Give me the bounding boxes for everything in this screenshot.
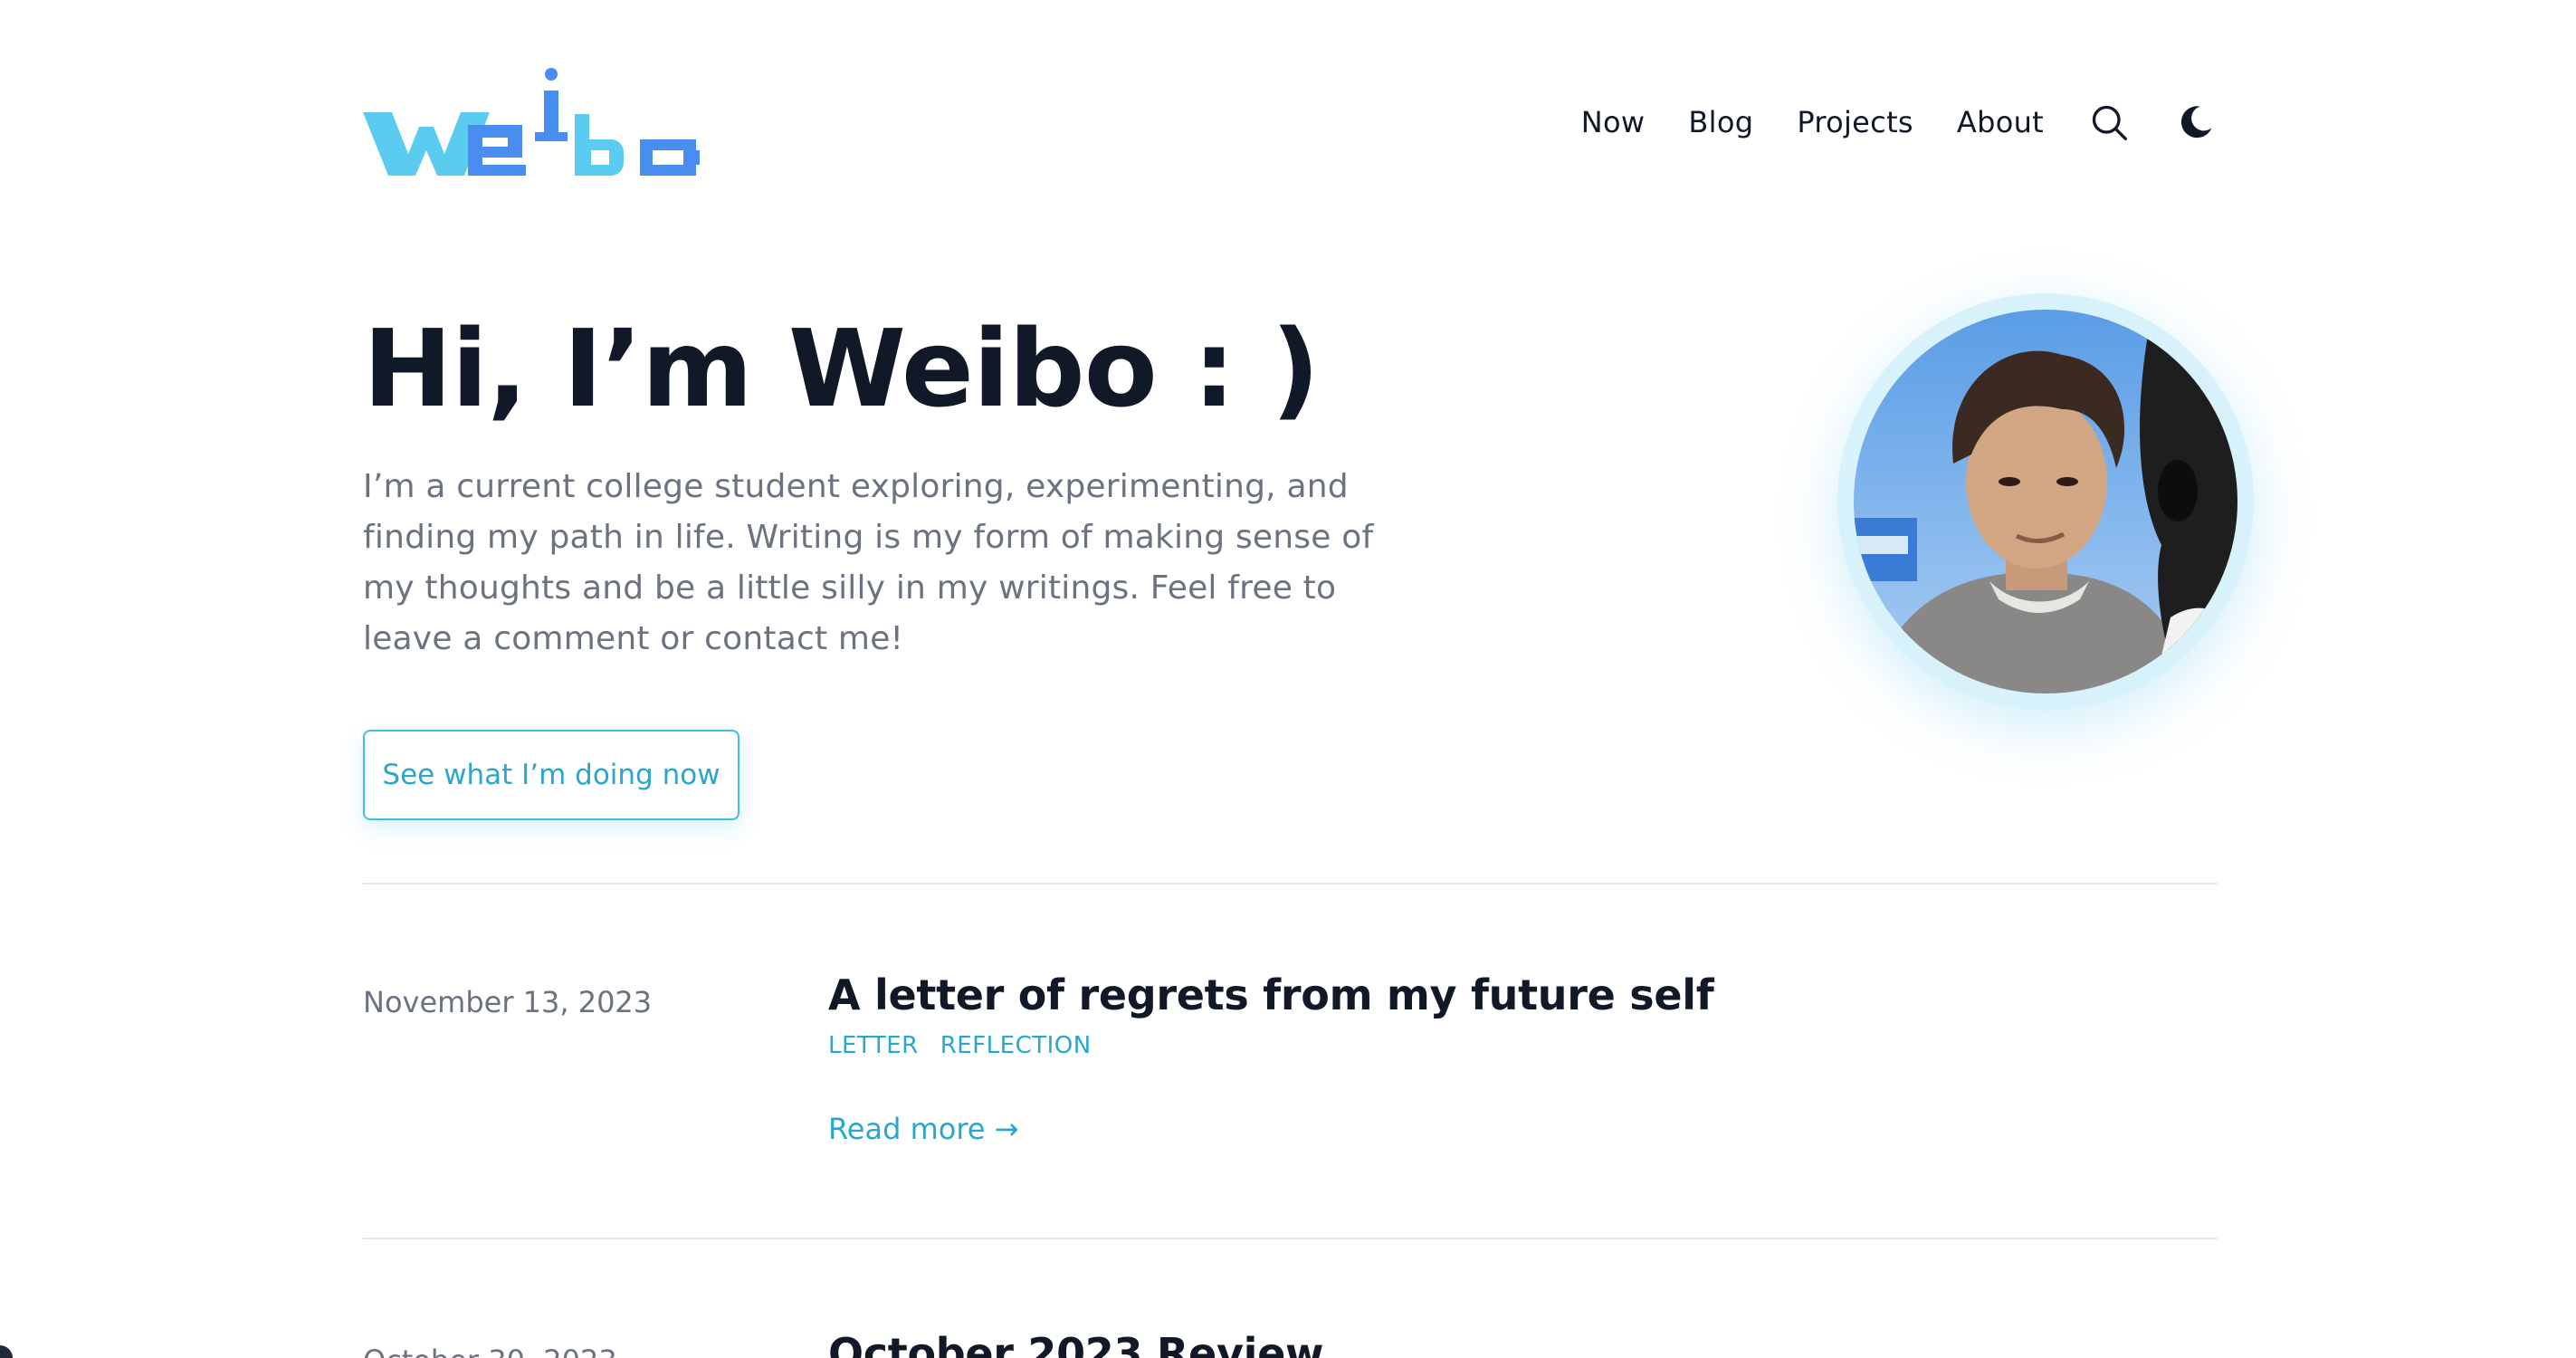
logo-link[interactable]	[363, 63, 705, 181]
nav-link-about[interactable]: About	[1957, 105, 2044, 139]
post-title-link[interactable]: October 2023 Review	[828, 1329, 1324, 1358]
hero-intro: I’m a current college student exploring,…	[363, 468, 1374, 657]
tag-letter[interactable]: LETTER	[828, 1032, 919, 1059]
site-header: Now Blog Projects About	[363, 63, 2218, 181]
moon-icon	[2180, 106, 2212, 139]
post-divider	[363, 1238, 2218, 1239]
search-button[interactable]	[2087, 100, 2131, 144]
nav-link-projects[interactable]: Projects	[1797, 105, 1913, 139]
window-corner	[0, 1345, 13, 1358]
avatar-frame	[1837, 293, 2254, 710]
theme-toggle-button[interactable]	[2174, 100, 2218, 144]
hero-divider	[363, 883, 2218, 885]
post-date: October 30, 2023	[363, 1344, 617, 1358]
hero-title: Hi, I’m Weibo : )	[363, 306, 1320, 431]
avatar	[1854, 310, 2237, 693]
weibo-logo	[363, 68, 700, 176]
page: Now Blog Projects About Hi, I’m Weibo : …	[0, 0, 2576, 1358]
tag-reflection[interactable]: REFLECTION	[940, 1032, 1092, 1059]
post-tags: LETTER REFLECTION	[828, 1032, 1113, 1059]
nav-link-now[interactable]: Now	[1581, 105, 1646, 139]
see-now-button[interactable]: See what I’m doing now	[363, 730, 739, 820]
nav-link-blog[interactable]: Blog	[1688, 105, 1753, 139]
post-title-link[interactable]: A letter of regrets from my future self	[828, 971, 1714, 1019]
main-nav: Now Blog Projects About	[1538, 100, 2218, 144]
read-more-link[interactable]: Read more →	[828, 1112, 1018, 1146]
post-date: November 13, 2023	[363, 985, 653, 1019]
search-icon	[2092, 105, 2127, 140]
